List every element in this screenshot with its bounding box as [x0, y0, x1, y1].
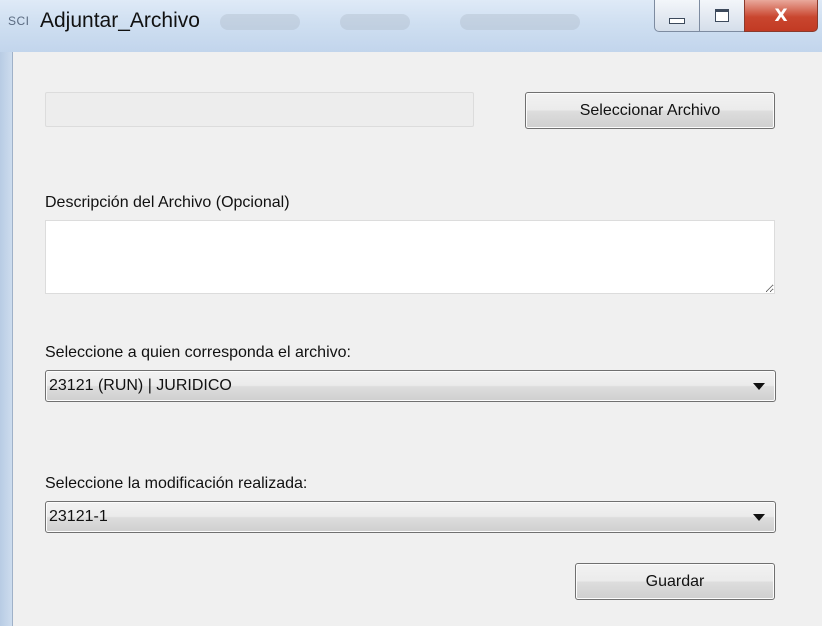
- assignee-label: Seleccione a quien corresponda el archiv…: [45, 344, 351, 361]
- maximize-button[interactable]: [699, 0, 745, 32]
- minimize-button[interactable]: [654, 0, 700, 32]
- dropdown-arrow-icon: [753, 514, 765, 521]
- title-bar[interactable]: SCI Adjuntar_Archivo X: [0, 0, 822, 52]
- background-blur: [340, 14, 410, 30]
- assignee-selected-value: 23121 (RUN) | JURIDICO: [49, 377, 232, 394]
- adjuntar-archivo-window: SCI Adjuntar_Archivo X Seleccionar Archi…: [0, 0, 822, 626]
- file-path-field[interactable]: [45, 92, 474, 127]
- dialog-body: Seleccionar Archivo Descripción del Arch…: [13, 52, 822, 626]
- close-button[interactable]: X: [744, 0, 818, 32]
- minimize-icon: [669, 17, 685, 24]
- assignee-select[interactable]: 23121 (RUN) | JURIDICO: [45, 370, 776, 402]
- modification-selected-value: 23121-1: [49, 508, 108, 525]
- window-title: Adjuntar_Archivo: [40, 9, 200, 32]
- modification-select[interactable]: 23121-1: [45, 501, 776, 533]
- modification-label: Seleccione la modificación realizada:: [45, 475, 308, 492]
- window-frame-left: [0, 52, 13, 626]
- close-icon: X: [774, 5, 788, 26]
- background-blur: [220, 14, 300, 30]
- background-blur: [460, 14, 580, 30]
- app-icon: SCI: [8, 14, 30, 28]
- description-field[interactable]: [45, 220, 775, 294]
- select-file-button[interactable]: Seleccionar Archivo: [525, 92, 775, 129]
- save-button[interactable]: Guardar: [575, 563, 775, 600]
- dropdown-arrow-icon: [753, 383, 765, 390]
- maximize-icon: [715, 9, 729, 22]
- description-label: Descripción del Archivo (Opcional): [45, 194, 290, 211]
